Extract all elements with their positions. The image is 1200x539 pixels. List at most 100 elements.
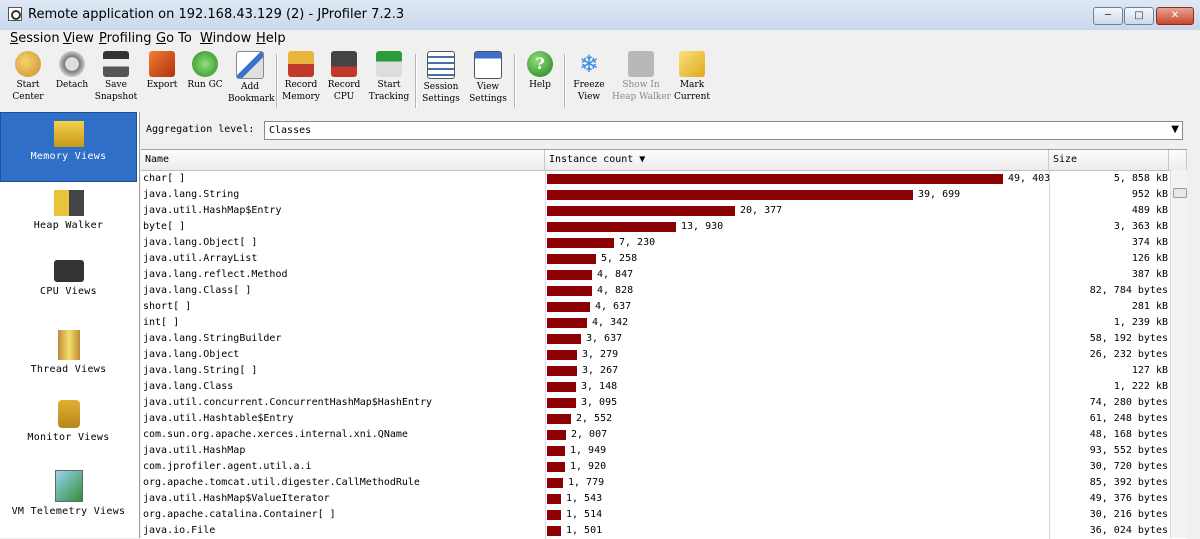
record-memory-icon — [288, 51, 314, 77]
aggregation-select[interactable]: Classes ▼ — [264, 121, 1183, 140]
instance-count: 2, 007 — [571, 429, 608, 440]
scrollbar-thumb[interactable] — [1173, 188, 1187, 198]
instance-count-bar — [547, 334, 581, 344]
table-row[interactable]: java.util.HashMap$ValueIterator 1, 543 49,… — [141, 491, 1168, 507]
size-value: 1, 222 kB — [1113, 381, 1168, 392]
table-row[interactable]: char[ ] 49, 403 5, 858 kB — [141, 171, 1168, 187]
menu-view[interactable]: View — [63, 31, 94, 46]
size-value: 387 kB — [1131, 269, 1168, 280]
session-settings-button[interactable]: Session Settings — [419, 51, 463, 109]
nav-vm-telemetry-views[interactable]: VM Telemetry Views — [0, 462, 137, 532]
menu-goto[interactable]: Go To — [156, 31, 192, 46]
nav-cpu-views[interactable]: CPU Views — [0, 252, 137, 322]
menu-window[interactable]: Window — [200, 31, 251, 46]
nav-label: Thread Views — [30, 364, 107, 375]
heap-walker-icon — [628, 51, 654, 77]
instance-count-bar — [547, 494, 561, 504]
run-gc-button[interactable]: Run GC — [184, 51, 226, 109]
column-header-instance-count[interactable]: Instance count ▼ — [545, 150, 1049, 171]
table-row[interactable]: java.lang.String[ ] 3, 267 127 kB — [141, 363, 1168, 379]
minimize-button[interactable]: ─ — [1093, 7, 1123, 25]
table-row[interactable]: byte[ ] 13, 930 3, 363 kB — [141, 219, 1168, 235]
menu-profiling[interactable]: Profiling — [99, 31, 152, 46]
tracking-icon — [376, 51, 402, 77]
toolbar: Start Center Detach Save Snapshot Export… — [0, 49, 1200, 113]
table-row[interactable]: java.util.Hashtable$Entry 2, 552 61, 248 b… — [141, 411, 1168, 427]
instance-count: 1, 779 — [568, 477, 605, 488]
add-bookmark-button[interactable]: Add Bookmark — [228, 51, 275, 109]
table-row[interactable]: java.lang.Object 3, 279 26, 232 bytes — [141, 347, 1168, 363]
size-value: 93, 552 bytes — [1089, 445, 1168, 456]
table-row[interactable]: org.apache.tomcat.util.digester.CallMeth… — [141, 475, 1168, 491]
nav-label: Monitor Views — [27, 432, 110, 443]
class-name: java.lang.String — [143, 189, 240, 200]
freeze-view-button[interactable]: ❄ Freeze View — [568, 51, 610, 109]
instance-count-bar — [547, 478, 563, 488]
table-row[interactable]: java.util.HashMap 1, 949 93, 552 bytes — [141, 443, 1168, 459]
table-row[interactable]: java.lang.reflect.Method 4, 847 387 kB — [141, 267, 1168, 283]
column-header-name[interactable]: Name — [141, 150, 545, 171]
instance-count-bar — [547, 174, 1003, 184]
add-bookmark-label: Add Bookmark — [228, 82, 275, 104]
start-tracking-button[interactable]: Start Tracking — [366, 51, 412, 109]
save-snapshot-button[interactable]: Save Snapshot — [94, 51, 138, 109]
instance-count-bar — [547, 382, 576, 392]
detach-button[interactable]: Detach — [52, 51, 92, 109]
table-row[interactable]: java.lang.String 39, 699 952 kB — [141, 187, 1168, 203]
export-label: Export — [146, 80, 178, 90]
instance-count: 3, 279 — [582, 349, 619, 360]
view-settings-button[interactable]: View Settings — [466, 51, 510, 109]
vertical-scrollbar[interactable] — [1170, 170, 1188, 538]
table-row[interactable]: java.lang.Object[ ] 7, 230 374 kB — [141, 235, 1168, 251]
size-value: 58, 192 bytes — [1089, 333, 1168, 344]
class-name: org.apache.tomcat.util.digester.CallMeth… — [143, 477, 420, 488]
mark-current-button[interactable]: Mark Current — [672, 51, 712, 109]
size-value: 1, 239 kB — [1113, 317, 1168, 328]
instance-count-bar — [547, 430, 566, 440]
table-row[interactable]: java.io.File 1, 501 36, 024 bytes — [141, 523, 1168, 539]
instance-count: 4, 637 — [595, 301, 632, 312]
table-row[interactable]: java.util.ArrayList 5, 258 126 kB — [141, 251, 1168, 267]
instance-count-bar — [547, 254, 596, 264]
show-in-heap-walker-button[interactable]: Show In Heap Walker — [612, 51, 671, 109]
start-center-button[interactable]: Start Center — [6, 51, 50, 109]
table-row[interactable]: com.jprofiler.agent.util.a.i 1, 920 30, 72… — [141, 459, 1168, 475]
close-button[interactable]: ✕ — [1156, 7, 1194, 25]
table-row[interactable]: java.lang.Class 3, 148 1, 222 kB — [141, 379, 1168, 395]
nav-memory-views[interactable]: Memory Views — [0, 112, 137, 182]
nav-label: VM Telemetry Views — [11, 506, 126, 517]
show-in-heap-walker-label: Show In Heap Walker — [612, 80, 671, 102]
size-value: 49, 376 bytes — [1089, 493, 1168, 504]
table-row[interactable]: java.lang.Class[ ] 4, 828 82, 784 bytes — [141, 283, 1168, 299]
instance-count-bar — [547, 318, 587, 328]
nav-heap-walker[interactable]: Heap Walker — [0, 182, 137, 252]
menu-help[interactable]: Help — [256, 31, 286, 46]
view-settings-label: View Settings — [469, 82, 507, 104]
maximize-button[interactable]: □ — [1124, 7, 1154, 25]
table-row[interactable]: org.apache.catalina.Container[ ] 1, 514 30… — [141, 507, 1168, 523]
record-memory-button[interactable]: Record Memory — [280, 51, 322, 109]
column-header-size[interactable]: Size — [1049, 150, 1169, 171]
instance-count: 39, 699 — [918, 189, 961, 200]
table-row[interactable]: short[ ] 4, 637 281 kB — [141, 299, 1168, 315]
table-row[interactable]: java.util.HashMap$Entry 20, 377 489 kB — [141, 203, 1168, 219]
table-row[interactable]: java.lang.StringBuilder 3, 637 58, 192 byt… — [141, 331, 1168, 347]
class-name: java.lang.StringBuilder — [143, 333, 282, 344]
table-row[interactable]: com.sun.org.apache.xerces.internal.xni.Q… — [141, 427, 1168, 443]
menu-bar: Session View Profiling Go To Window Help — [0, 30, 1200, 49]
instance-count-bar — [547, 206, 735, 216]
menu-session[interactable]: Session — [10, 31, 60, 46]
save-icon — [103, 51, 129, 77]
help-button[interactable]: ? Help — [520, 51, 560, 109]
table-row[interactable]: int[ ] 4, 342 1, 239 kB — [141, 315, 1168, 331]
nav-thread-views[interactable]: Thread Views — [0, 322, 137, 392]
class-name: java.io.File — [143, 525, 216, 536]
aggregation-value: Classes — [269, 125, 312, 136]
aggregation-label: Aggregation level: — [146, 124, 255, 135]
record-cpu-button[interactable]: Record CPU — [324, 51, 364, 109]
nav-monitor-views[interactable]: Monitor Views — [0, 392, 137, 462]
export-button[interactable]: Export — [142, 51, 182, 109]
aggregation-bar: Aggregation level: Classes ▼ — [140, 112, 1200, 148]
table-row[interactable]: java.util.concurrent.ConcurrentHashMap$H… — [141, 395, 1168, 411]
view-settings-icon — [474, 51, 502, 79]
